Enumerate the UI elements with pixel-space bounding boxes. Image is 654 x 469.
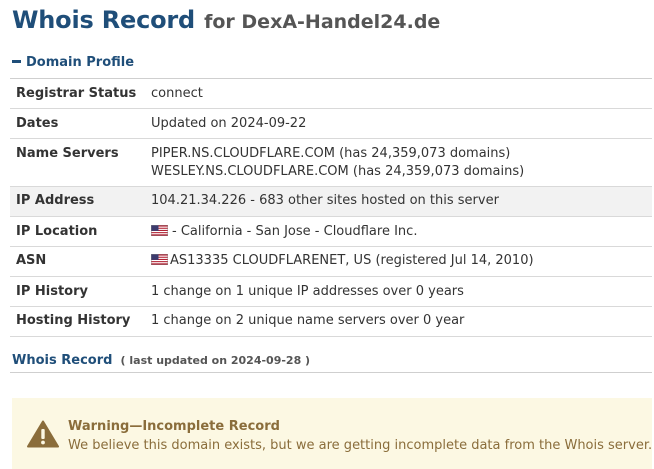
row-value-asn: AS13335 CLOUDFLARENET, US (registered Ju… bbox=[170, 253, 534, 268]
divider bbox=[10, 372, 652, 373]
domain-profile-title: Domain Profile bbox=[26, 55, 135, 70]
table-row: ASN AS13335 CLOUDFLARENET, US (registere… bbox=[10, 246, 652, 277]
us-flag-icon bbox=[151, 254, 168, 265]
page-title: Whois Record for DexA-Handel24.de bbox=[12, 6, 440, 34]
row-label-ip-history: IP History bbox=[16, 284, 88, 299]
last-updated-text: ( last updated on 2024-09-28 ) bbox=[120, 354, 311, 367]
row-label-asn: ASN bbox=[16, 253, 47, 268]
table-row: IP Location - California - San Jose - Cl… bbox=[10, 216, 652, 247]
table-row: Dates Updated on 2024-09-22 bbox=[10, 108, 652, 139]
row-value-dates: Updated on 2024-09-22 bbox=[151, 116, 307, 131]
row-value-ip-location: - California - San Jose - Cloudflare Inc… bbox=[172, 224, 418, 239]
warning-message: We believe this domain exists, but we ar… bbox=[68, 438, 653, 453]
page-title-main: Whois Record bbox=[12, 6, 196, 34]
minus-icon bbox=[12, 60, 21, 63]
table-row: IP History 1 change on 1 unique IP addre… bbox=[10, 276, 652, 307]
row-label-ip-address: IP Address bbox=[16, 193, 95, 208]
table-row: Registrar Status connect bbox=[10, 79, 652, 109]
row-value-ip-address: 104.21.34.226 - 683 other sites hosted o… bbox=[151, 193, 499, 208]
whois-record-link[interactable]: Whois Record bbox=[12, 353, 112, 368]
row-value-registrar-status: connect bbox=[151, 86, 203, 101]
row-label-ip-location: IP Location bbox=[16, 224, 98, 239]
row-value-hosting-history: 1 change on 2 unique name servers over 0… bbox=[151, 313, 465, 328]
row-label-registrar-status: Registrar Status bbox=[16, 86, 137, 101]
name-server-1: PIPER.NS.CLOUDFLARE.COM (has 24,359,073 … bbox=[151, 146, 511, 161]
row-label-dates: Dates bbox=[16, 116, 59, 131]
page-title-domain: for DexA-Handel24.de bbox=[204, 11, 441, 33]
warning-box: Warning—Incomplete Record We believe thi… bbox=[12, 398, 652, 469]
warning-title: Warning—Incomplete Record bbox=[68, 419, 280, 434]
table-row: IP Address 104.21.34.226 - 683 other sit… bbox=[10, 186, 652, 217]
warning-triangle-icon bbox=[27, 420, 59, 448]
table-row: Name Servers PIPER.NS.CLOUDFLARE.COM (ha… bbox=[10, 138, 652, 187]
row-label-hosting-history: Hosting History bbox=[16, 313, 131, 328]
whois-record-header: Whois Record ( last updated on 2024-09-2… bbox=[12, 349, 310, 368]
domain-profile-table: Registrar Status connect Dates Updated o… bbox=[10, 79, 652, 337]
name-server-2: WESLEY.NS.CLOUDFLARE.COM (has 24,359,073… bbox=[151, 164, 525, 179]
domain-profile-toggle[interactable]: Domain Profile bbox=[12, 55, 134, 70]
whois-page: Whois Record for DexA-Handel24.de Domain… bbox=[0, 0, 654, 469]
row-label-name-servers: Name Servers bbox=[16, 146, 119, 161]
table-row: Hosting History 1 change on 2 unique nam… bbox=[10, 306, 652, 337]
row-value-ip-history: 1 change on 1 unique IP addresses over 0… bbox=[151, 284, 464, 299]
us-flag-icon bbox=[151, 225, 168, 236]
